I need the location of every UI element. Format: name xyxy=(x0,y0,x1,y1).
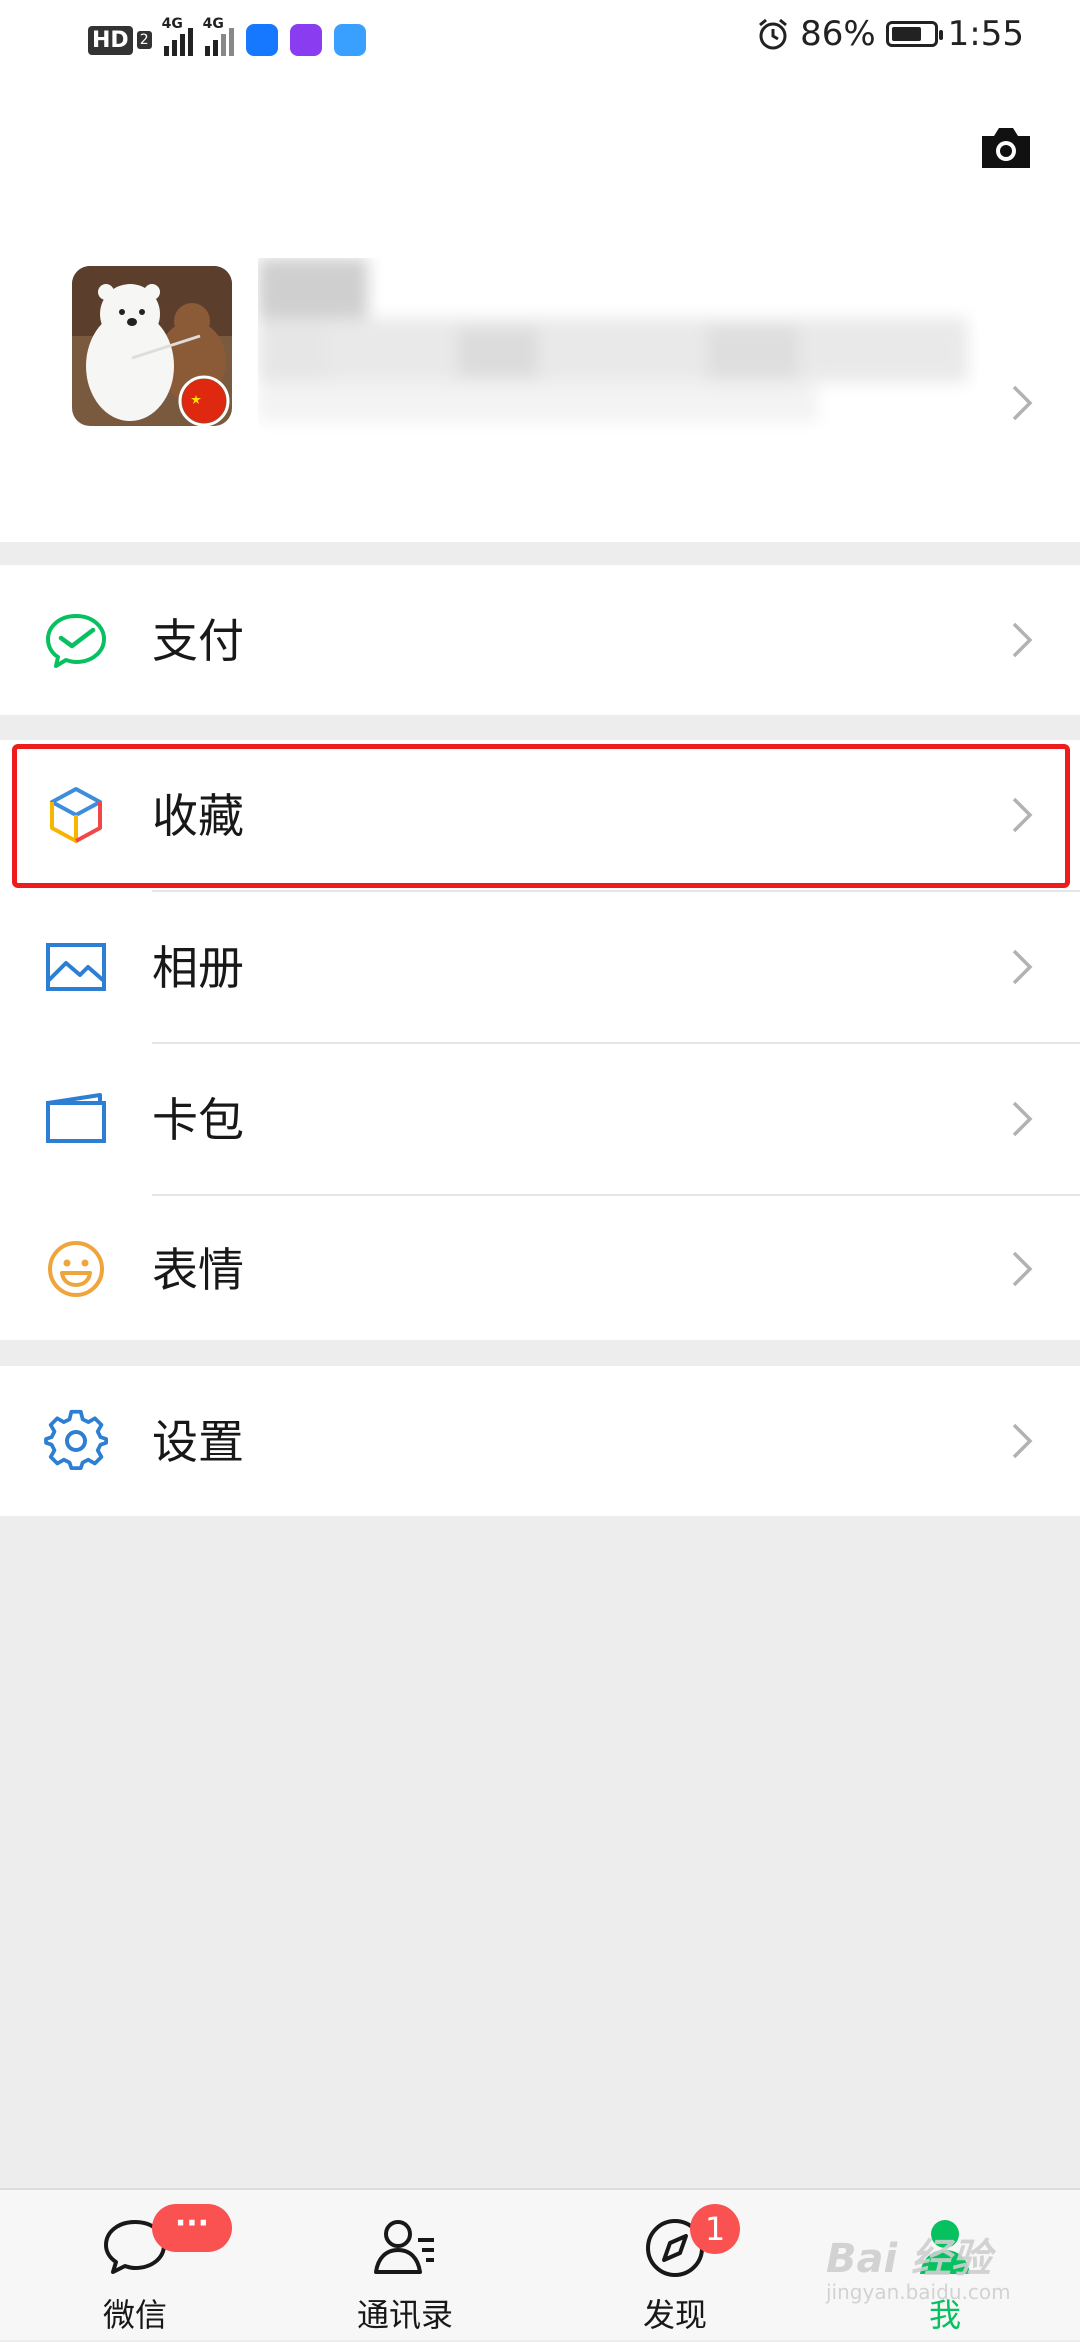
chevron-right-icon xyxy=(1012,622,1033,658)
discover-unread-badge: 1 xyxy=(690,2204,740,2254)
baidu-watermark: Bai 经验 jingyan.baidu.com xyxy=(826,2226,1011,2304)
clock: 1:55 xyxy=(947,14,1024,54)
avatar-bear-image xyxy=(72,266,232,426)
wallet-check-icon xyxy=(46,614,106,668)
status-bar: HD 2 4G 4G 86% 1:55 xyxy=(0,0,1080,80)
tab-contacts[interactable]: 通讯录 xyxy=(270,2190,540,2342)
battery-percent: 86% xyxy=(800,14,876,54)
picture-icon xyxy=(46,943,106,991)
chevron-right-icon xyxy=(1012,797,1033,833)
watermark-main: Bai 经验 xyxy=(826,2236,992,2282)
menu-label-cards: 卡包 xyxy=(152,1093,244,1147)
chevron-right-icon xyxy=(1012,1101,1033,1137)
menu-label-favorites: 收藏 xyxy=(152,789,244,843)
chats-unread-badge: ··· xyxy=(152,2204,232,2252)
contacts-icon xyxy=(374,2220,434,2274)
chevron-right-icon xyxy=(1012,1423,1033,1459)
cube-icon xyxy=(50,787,102,843)
hd-indicator: HD xyxy=(88,25,133,55)
menu-label-settings: 设置 xyxy=(152,1415,244,1469)
hd-sub-indicator: 2 xyxy=(136,31,152,49)
settings-group: 设置 xyxy=(0,1366,1080,1516)
menu-label-album: 相册 xyxy=(152,941,244,995)
sim2-network-label: 4G xyxy=(202,16,224,32)
chevron-right-icon xyxy=(1012,1251,1033,1287)
status-right: 86% 1:55 xyxy=(756,14,1024,54)
chevron-right-icon xyxy=(1012,949,1033,985)
pay-group: 支付 xyxy=(0,565,1080,715)
menu-label-pay: 支付 xyxy=(152,614,244,668)
menu-item-pay[interactable]: 支付 xyxy=(0,565,1080,715)
gear-icon xyxy=(44,1409,108,1471)
smiley-icon xyxy=(48,1241,104,1297)
alarm-icon xyxy=(759,18,788,50)
tab-discover[interactable]: 发现 xyxy=(540,2190,810,2342)
avatar[interactable] xyxy=(72,266,232,426)
menu-item-favorites[interactable]: 收藏 xyxy=(0,740,1080,890)
app-notification-icon xyxy=(333,24,366,56)
profile-chevron-right-icon xyxy=(1012,385,1033,421)
menu-item-stickers[interactable]: 表情 xyxy=(0,1194,1080,1344)
video-app-icon xyxy=(289,24,322,56)
watermark-sub: jingyan.baidu.com xyxy=(826,2280,1011,2304)
menu-item-album[interactable]: 相册 xyxy=(0,892,1080,1042)
features-group: 收藏 相册 卡包 表情 xyxy=(0,740,1080,1340)
tab-label-chats: 微信 xyxy=(102,2296,167,2334)
status-left: HD 2 4G 4G xyxy=(88,16,366,62)
camera-icon[interactable] xyxy=(978,124,1034,170)
profile-name-blurred xyxy=(258,258,968,422)
menu-item-settings[interactable]: 设置 xyxy=(0,1366,1080,1516)
shield-app-icon xyxy=(245,24,278,56)
tab-label-contacts: 通讯录 xyxy=(356,2296,453,2334)
card-wallet-icon xyxy=(46,1093,106,1143)
tab-chats[interactable]: 微信 xyxy=(0,2190,270,2342)
menu-label-stickers: 表情 xyxy=(152,1243,244,1297)
signal-sim2-icon: 4G xyxy=(203,16,234,56)
tab-label-discover: 发现 xyxy=(642,2296,707,2334)
sim1-network-label: 4G xyxy=(161,16,183,32)
menu-item-cards[interactable]: 卡包 xyxy=(0,1044,1080,1194)
signal-sim1-icon: 4G xyxy=(162,16,193,56)
battery-icon xyxy=(885,21,943,47)
